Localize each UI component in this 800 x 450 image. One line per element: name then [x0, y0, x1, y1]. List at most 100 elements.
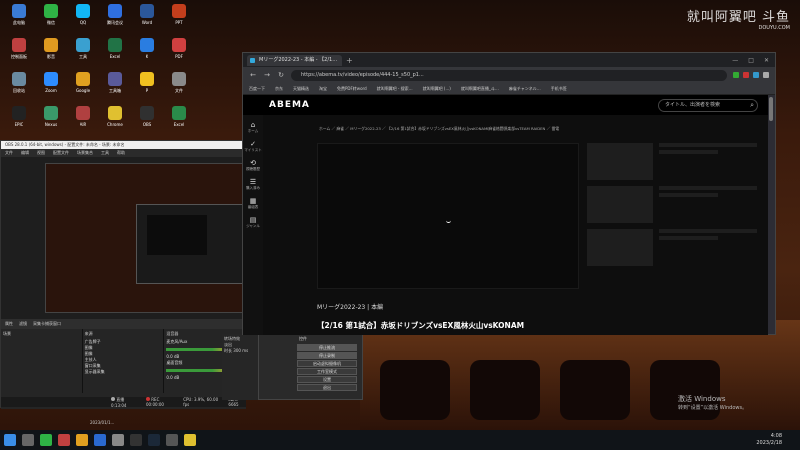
- desktop-icon[interactable]: 微信: [36, 4, 66, 36]
- desktop-icon[interactable]: QQ: [68, 4, 98, 36]
- menu-item[interactable]: 配置文件: [53, 149, 69, 157]
- folder-icon[interactable]: [76, 434, 88, 446]
- obs-window[interactable]: OBS 28.0.1 (64-bit, windows) - 配置文件: 未命名…: [0, 140, 247, 409]
- series-title[interactable]: Mリーグ2022-23 | 本編: [317, 302, 383, 311]
- bookmark-item[interactable]: 免费PDF转word: [337, 86, 367, 92]
- list-item[interactable]: [587, 143, 757, 180]
- bookmark-item[interactable]: 京东: [275, 86, 283, 92]
- steam-icon[interactable]: [148, 434, 160, 446]
- sidebar-item[interactable]: ▤ ジャンル: [243, 216, 263, 229]
- abema-search-input[interactable]: タイトル、出演者を検索 ⌕: [658, 98, 758, 112]
- obs-taskbar-icon[interactable]: [130, 434, 142, 446]
- studio-mode-button[interactable]: 工作室模式: [297, 368, 357, 375]
- list-item[interactable]: [587, 186, 757, 223]
- chrome-icon[interactable]: [184, 434, 196, 446]
- wechat-icon[interactable]: [40, 434, 52, 446]
- extension-icon[interactable]: [743, 72, 749, 78]
- list-item[interactable]: [587, 229, 757, 266]
- desktop-icon[interactable]: PPT: [164, 4, 194, 36]
- desktop-icon[interactable]: OBS: [132, 106, 162, 138]
- clock[interactable]: 4:08 2023/2/18: [756, 433, 782, 447]
- sidebar-item[interactable]: ⌂ ホーム: [243, 121, 263, 134]
- new-tab-button[interactable]: +: [346, 56, 353, 65]
- bookmark-item[interactable]: 百度一下: [249, 86, 265, 92]
- desktop-icon[interactable]: 控制面板: [4, 38, 34, 70]
- menu-item[interactable]: 帮助: [117, 149, 125, 157]
- menu-item[interactable]: 视图: [37, 149, 45, 157]
- desktop-icon[interactable]: PDF: [164, 38, 194, 70]
- menu-item[interactable]: 编辑: [21, 149, 29, 157]
- sidebar-item[interactable]: ⟲ 視聴履歴: [243, 159, 263, 172]
- desktop-icon[interactable]: P: [132, 72, 162, 104]
- desktop-icon[interactable]: 文件: [164, 72, 194, 104]
- abema-logo[interactable]: ABEMA: [269, 100, 310, 110]
- menu-item[interactable]: 场景集合: [77, 149, 93, 157]
- filters-button[interactable]: 滤镜: [19, 321, 27, 327]
- search-icon[interactable]: ⌕: [750, 100, 754, 111]
- scrollbar[interactable]: [769, 97, 773, 121]
- desktop-icon[interactable]: 工具箱: [100, 72, 130, 104]
- desktop-icon[interactable]: 工具: [68, 38, 98, 70]
- extension-icon[interactable]: [733, 72, 739, 78]
- start-icon[interactable]: [4, 434, 16, 446]
- app-icon[interactable]: [58, 434, 70, 446]
- bookmark-item[interactable]: 就叫啊翼吧 (...): [423, 86, 451, 92]
- source-item[interactable]: 显示器采集: [85, 369, 162, 375]
- desktop-icon[interactable]: Word: [132, 4, 162, 36]
- desktop-icon[interactable]: 回收站: [4, 72, 34, 104]
- desktop-icon[interactable]: 影音: [36, 38, 66, 70]
- capture-device-label[interactable]: 采集卡捕获窗口: [33, 321, 61, 327]
- duration-value[interactable]: 300 ms: [233, 348, 248, 353]
- maximize-icon[interactable]: □: [748, 57, 754, 64]
- app-icon[interactable]: [112, 434, 124, 446]
- desktop-icon[interactable]: Excel: [100, 38, 130, 70]
- desktop-icon[interactable]: Google: [68, 72, 98, 104]
- bookmark-item[interactable]: 麻雀チャンネル…: [509, 86, 541, 92]
- forward-icon[interactable]: →: [263, 71, 271, 79]
- stop-streaming-button[interactable]: 停止推流: [297, 344, 357, 351]
- desktop-icon[interactable]: AIR: [68, 106, 98, 138]
- reload-icon[interactable]: ↻: [277, 71, 285, 79]
- video-player[interactable]: [317, 143, 579, 289]
- bookmark-item[interactable]: 天猫精选: [293, 86, 309, 92]
- search-icon[interactable]: [22, 434, 34, 446]
- desktop-icon-label: P: [145, 88, 149, 93]
- desktop-icon[interactable]: Chrome: [100, 106, 130, 138]
- menu-item[interactable]: 工具: [101, 149, 109, 157]
- sidebar-item[interactable]: ✓ マイリスト: [243, 140, 263, 153]
- desktop-icon[interactable]: 此电脑: [4, 4, 34, 36]
- bookmark-item[interactable]: 手机书签: [551, 86, 567, 92]
- tab-abema[interactable]: Mリーグ2022-23 - 本編 - 【2/1…: [247, 54, 342, 66]
- minimize-icon[interactable]: —: [732, 57, 738, 64]
- cpu-readout: CPU: 3.9%, 60.00 fps: [183, 397, 219, 407]
- properties-button[interactable]: 属性: [5, 321, 13, 327]
- desktop-icon[interactable]: 腾讯会议: [100, 4, 130, 36]
- address-bar[interactable]: https://abema.tv/video/episode/444-15_s5…: [291, 69, 727, 81]
- desktop-icon[interactable]: K: [132, 38, 162, 70]
- close-icon[interactable]: ✕: [764, 57, 769, 64]
- sidebar-item-label: マイリスト: [244, 148, 262, 152]
- menu-item[interactable]: 文件: [5, 149, 13, 157]
- bookmark-item[interactable]: 就叫啊翼吧直播_斗…: [461, 86, 499, 92]
- app-icon: [140, 72, 154, 86]
- app-icon: [76, 38, 90, 52]
- desktop-icon[interactable]: Excel: [164, 106, 194, 138]
- sidebar-item[interactable]: ☰ 購入済み: [243, 178, 263, 191]
- virtual-camera-button[interactable]: 启动虚拟摄像机: [297, 360, 357, 367]
- extension-icon[interactable]: [753, 72, 759, 78]
- settings-button[interactable]: 设置: [297, 376, 357, 383]
- desktop-icon[interactable]: Nexus: [36, 106, 66, 138]
- app-icon[interactable]: [94, 434, 106, 446]
- profile-icon[interactable]: [763, 72, 769, 78]
- bookmark-item[interactable]: 淘宝: [319, 86, 327, 92]
- browser-window[interactable]: Mリーグ2022-23 - 本編 - 【2/1… + — □ ✕ ← → ↻ h…: [242, 52, 776, 335]
- bookmark-item[interactable]: 就叫啊翼吧 - 搜索…: [377, 86, 413, 92]
- desktop-icon[interactable]: Zoom: [36, 72, 66, 104]
- obs-preview[interactable]: [45, 163, 245, 313]
- sidebar-item[interactable]: ▦ 番組表: [243, 197, 263, 210]
- exit-button[interactable]: 退出: [297, 384, 357, 391]
- back-icon[interactable]: ←: [249, 71, 257, 79]
- app-icon[interactable]: [166, 434, 178, 446]
- stop-recording-button[interactable]: 停止录制: [297, 352, 357, 359]
- desktop-icon[interactable]: EPIC: [4, 106, 34, 138]
